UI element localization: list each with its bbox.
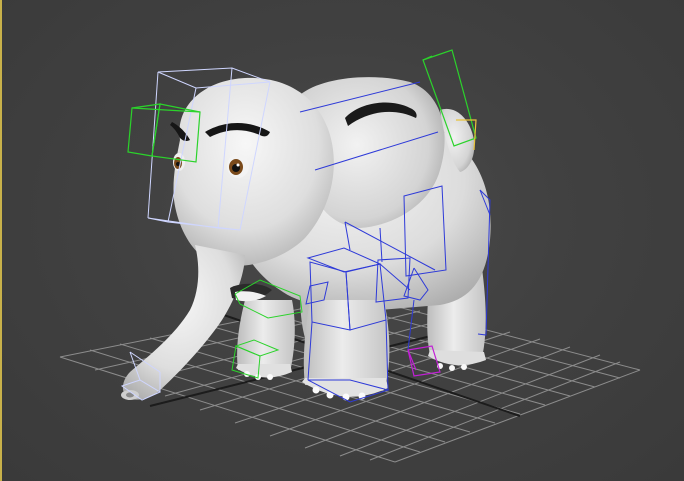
elephant-eye-right (227, 154, 249, 178)
scene-canvas[interactable] (0, 0, 684, 481)
3d-viewport[interactable] (0, 0, 684, 481)
